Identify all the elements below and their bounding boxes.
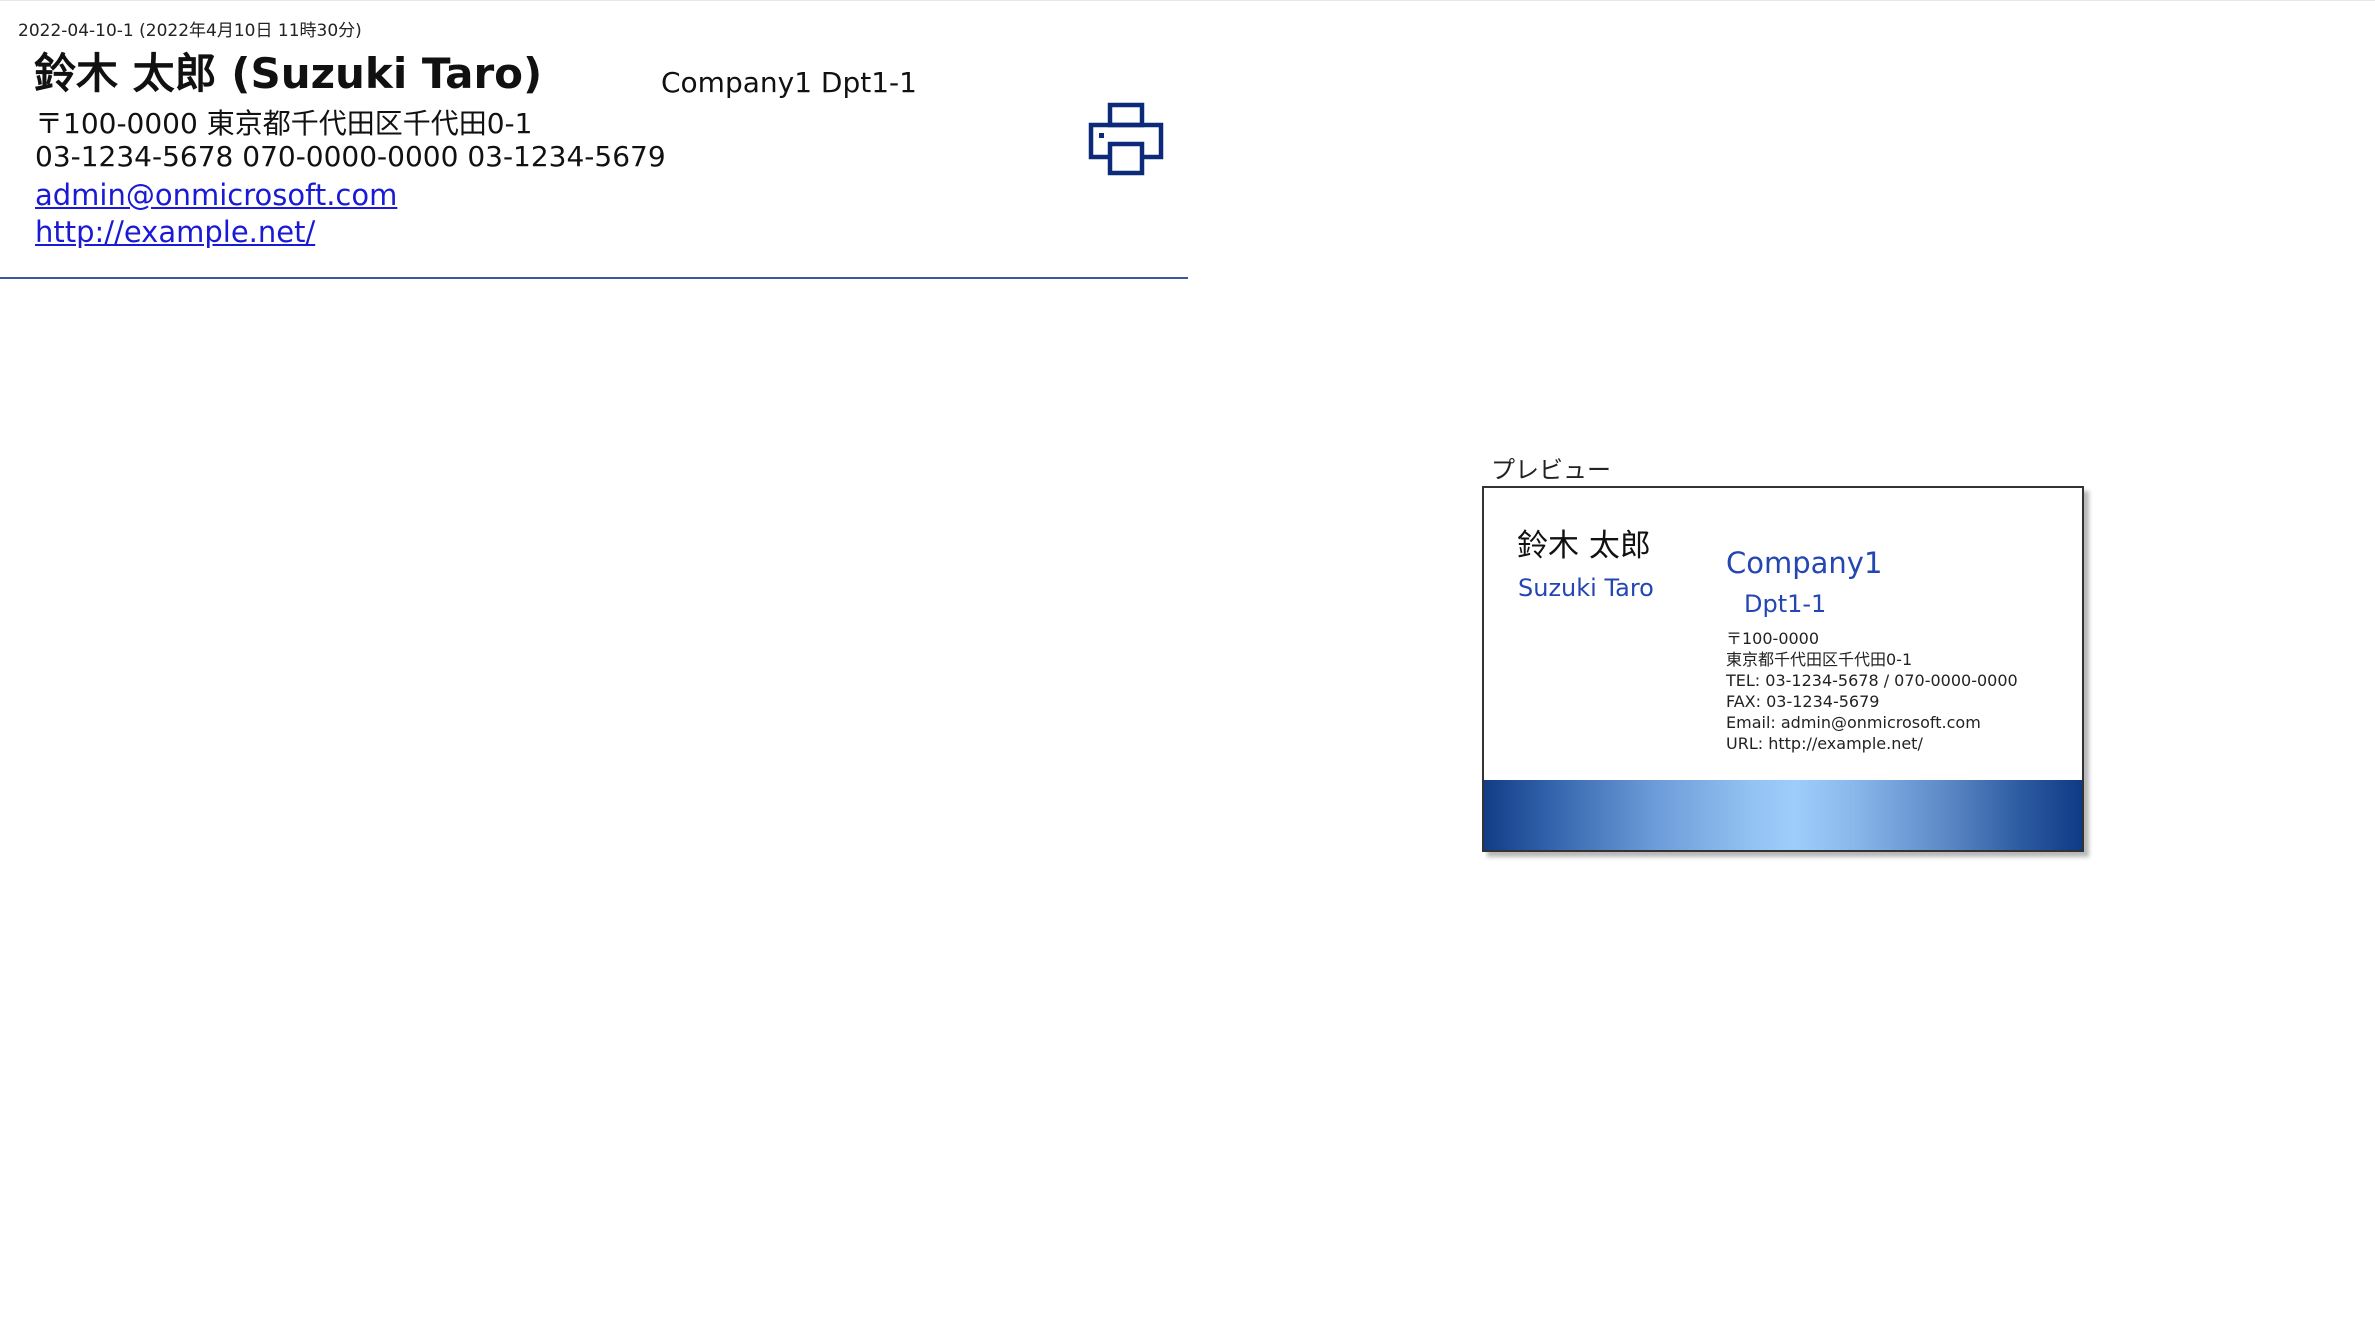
record-divider xyxy=(0,277,1188,279)
preview-label: プレビュー xyxy=(1491,456,1611,484)
card-address: 東京都千代田区千代田0-1 xyxy=(1726,650,1913,669)
card-details: 〒100-0000 東京都千代田区千代田0-1 TEL: 03-1234-567… xyxy=(1726,628,2018,754)
record-company: Company1 Dpt1-1 xyxy=(661,66,917,99)
card-fax: FAX: 03-1234-5679 xyxy=(1726,692,1880,711)
card-name-en: Suzuki Taro xyxy=(1518,574,1654,602)
card-company: Company1 xyxy=(1726,546,1883,580)
card-email: Email: admin@onmicrosoft.com xyxy=(1726,713,1981,732)
card-name-ja: 鈴木 太郎 xyxy=(1517,528,1651,564)
record-panel: 2022-04-10-1 (2022年4月10日 11時30分) 鈴木 太郎 (… xyxy=(0,0,1188,279)
record-phones: 03-1234-5678 070-0000-0000 03-1234-5679 xyxy=(35,140,666,173)
print-button[interactable] xyxy=(1088,102,1164,176)
record-url-link[interactable]: http://example.net/ xyxy=(35,215,315,249)
printer-icon xyxy=(1088,102,1164,176)
card-postal: 〒100-0000 xyxy=(1726,629,1820,648)
card-tel: TEL: 03-1234-5678 / 070-0000-0000 xyxy=(1726,671,2018,690)
page: 2022-04-10-1 (2022年4月10日 11時30分) 鈴木 太郎 (… xyxy=(0,0,2375,1336)
card-department: Dpt1-1 xyxy=(1744,590,1827,618)
business-card-preview: 鈴木 太郎 Suzuki Taro Company1 Dpt1-1 〒100-0… xyxy=(1482,486,2084,852)
record-email-link[interactable]: admin@onmicrosoft.com xyxy=(35,178,397,212)
card-url: URL: http://example.net/ xyxy=(1726,734,1923,753)
record-timestamp: 2022-04-10-1 (2022年4月10日 11時30分) xyxy=(18,21,362,41)
record-name: 鈴木 太郎 (Suzuki Taro) xyxy=(34,49,543,98)
card-gradient-band xyxy=(1484,780,2082,850)
record-address: 〒100-0000 東京都千代田区千代田0-1 xyxy=(35,107,533,140)
